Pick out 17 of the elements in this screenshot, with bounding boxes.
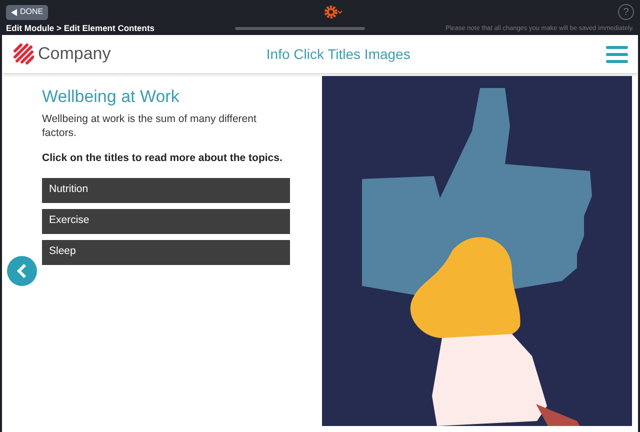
topic-title-button[interactable]: Sleep (42, 240, 290, 264)
previous-button[interactable] (7, 256, 37, 286)
menu-icon[interactable] (606, 46, 628, 62)
logo-icon (12, 43, 34, 65)
gear-icon[interactable] (323, 4, 344, 20)
brand-name: Company (38, 43, 111, 66)
done-button[interactable]: DONE (6, 4, 48, 20)
chevron-left-icon (16, 264, 28, 278)
page-title: Info Click Titles Images (265, 44, 412, 64)
instruction-text: Click on the titles to read more about the topics. (42, 150, 284, 164)
back-triangle-icon (11, 8, 17, 16)
intro-text: Wellbeing at work is the sum of many different factors. (42, 112, 258, 140)
section-heading: Wellbeing at Work (42, 86, 180, 108)
help-button[interactable]: ? (618, 4, 634, 20)
breadcrumb: Edit Module > Edit Element Contents (6, 22, 155, 35)
topic-title-button[interactable]: Nutrition (42, 178, 290, 202)
topic-title-button[interactable]: Exercise (42, 208, 290, 234)
